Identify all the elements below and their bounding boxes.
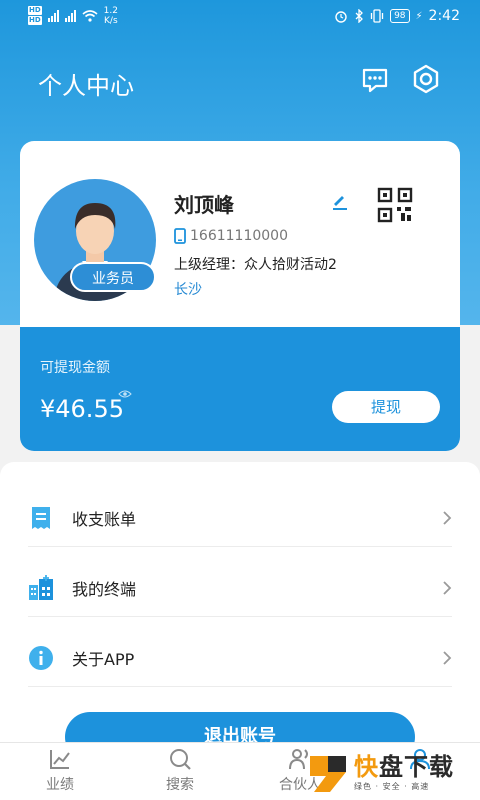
hd-badge: HD HD [28,6,42,25]
terminal-building-icon [29,575,53,600]
watermark-logo-icon [310,756,346,792]
phone-icon [174,228,186,244]
tab-label: 业绩 [46,777,74,793]
clock: 2:42 [428,8,460,24]
menu-item-label: 我的终端 [72,580,137,599]
battery-indicator: 98 [390,9,410,23]
manager-value: 众人拾财活动2 [244,257,337,273]
chart-icon [50,750,70,769]
info-icon [29,646,53,670]
qr-code-icon[interactable] [377,187,413,223]
page-title: 个人中心 [38,72,134,100]
watermark-slogan: 绿色 · 安全 · 高速 [354,781,430,791]
phone-number: 16611110000 [190,228,288,244]
divider [28,546,452,547]
gear-icon[interactable] [411,64,441,94]
menu-item-terminals[interactable]: 我的终端 [28,553,452,623]
divider [28,686,452,687]
message-dots-icon[interactable] [361,66,389,94]
city: 长沙 [174,282,202,298]
vibrate-icon [370,9,384,23]
status-bar: HD HD 1.2 K/s 98 ⚡ 2:42 [0,0,480,36]
phone-row: 16611110000 [174,228,288,244]
menu-item-label: 关于APP [72,650,135,669]
profile-card: 业务员 刘顶峰 16611110000 上级经理： 众人拾财活动2 长沙 [20,141,460,331]
chevron-right-icon [443,581,452,595]
tab-performance[interactable]: 业绩 [0,743,120,800]
chevron-right-icon [443,511,452,525]
edit-icon[interactable] [330,191,350,211]
balance-label: 可提现金额 [40,360,110,376]
menu-item-bills[interactable]: 收支账单 [28,483,452,553]
tab-search[interactable]: 搜索 [120,743,240,800]
wifi-icon [82,10,98,22]
withdraw-button[interactable]: 提现 [332,391,440,423]
manager-label: 上级经理： [174,257,244,273]
alarm-icon [335,11,347,23]
balance-amount: ¥46.55 [40,395,124,423]
menu-item-label: 收支账单 [72,510,137,529]
tab-label: 搜索 [166,777,194,793]
manager-row: 上级经理： 众人拾财活动2 [174,254,337,274]
signal-icon [47,10,59,22]
eye-icon[interactable] [118,389,132,399]
bill-icon [32,507,50,529]
search-icon [170,749,191,770]
watermark-brand-2: 盘下载 [379,752,454,781]
chevron-right-icon [443,651,452,665]
balance-card: 可提现金额 ¥46.55 提现 [20,327,460,451]
signal-icon [64,10,76,22]
role-badge: 业务员 [70,262,156,292]
watermark: 快盘下载 绿色 · 安全 · 高速 [306,744,480,800]
user-name: 刘顶峰 [174,193,234,217]
charging-icon: ⚡ [415,10,423,22]
menu-item-about[interactable]: 关于APP [28,623,452,693]
bluetooth-icon [355,9,363,23]
divider [28,616,452,617]
watermark-brand-1: 快 [354,752,379,781]
network-speed: 1.2 K/s [103,6,118,26]
